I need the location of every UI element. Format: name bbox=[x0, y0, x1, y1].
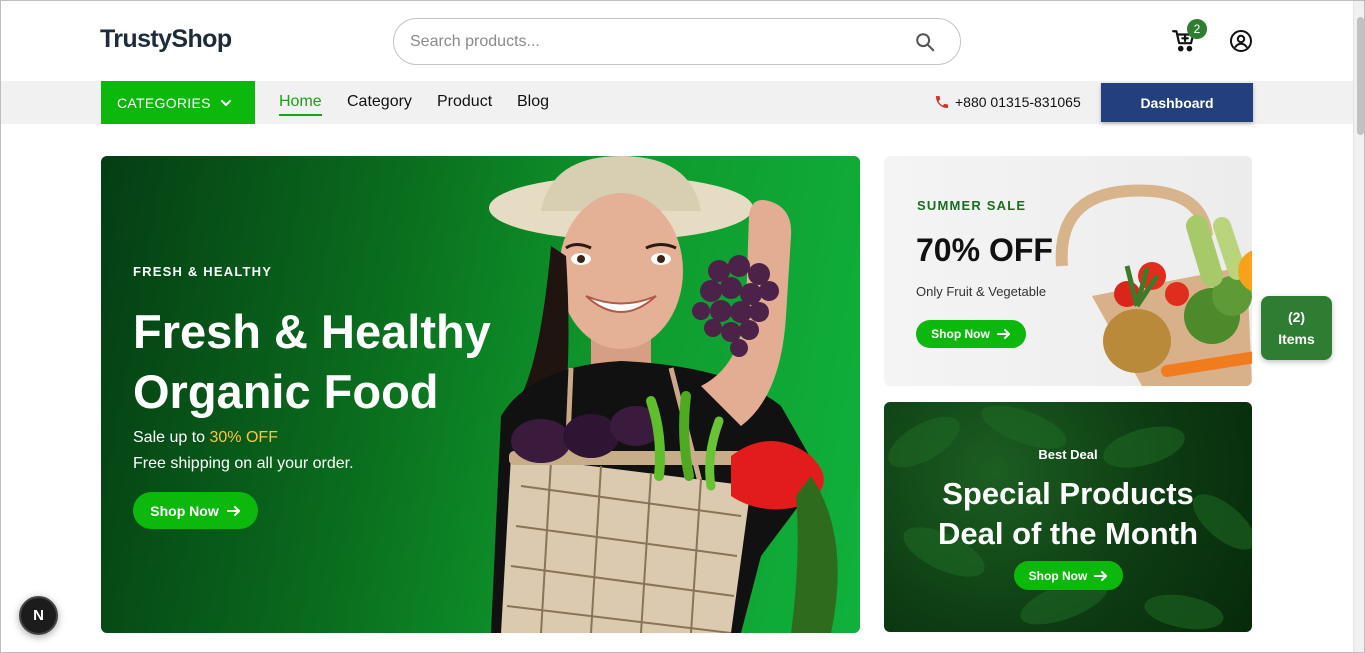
summer-sale-card: SUMMER SALE 70% OFF Only Fruit & Vegetab… bbox=[884, 156, 1252, 386]
summer-sale-shop-now-label: Shop Now bbox=[931, 327, 990, 341]
vegetable-bag-image bbox=[1055, 184, 1252, 386]
best-deal-title-line2: Deal of the Month bbox=[937, 516, 1199, 551]
phone-icon bbox=[936, 96, 948, 108]
nav-link-category[interactable]: Category bbox=[347, 93, 412, 111]
best-deal-shop-now-label: Shop Now bbox=[1028, 568, 1088, 583]
summer-sale-eyebrow: SUMMER SALE bbox=[917, 198, 1027, 213]
search-bar bbox=[393, 18, 961, 65]
floating-cart-count: (2) bbox=[1287, 309, 1306, 325]
best-deal-eyebrow: Best Deal bbox=[1038, 447, 1098, 462]
hero-sale-prefix: Sale up to bbox=[133, 429, 210, 446]
nextjs-dev-badge[interactable]: N bbox=[19, 596, 58, 635]
hero-shop-now-label: Shop Now bbox=[150, 502, 219, 519]
nav-link-home[interactable]: Home bbox=[279, 93, 322, 116]
summer-sale-subtitle: Only Fruit & Vegetable bbox=[916, 284, 1047, 299]
summer-sale-title: 70% OFF bbox=[916, 232, 1053, 268]
arrow-right-icon bbox=[1094, 570, 1108, 581]
best-deal-title: Special Products Deal of the Month bbox=[884, 474, 1252, 554]
vertical-scrollbar[interactable] bbox=[1353, 1, 1364, 652]
phone-contact: +880 01315-831065 bbox=[934, 94, 1081, 110]
hero-shop-now-button[interactable]: Shop Now bbox=[133, 492, 258, 529]
dashboard-button[interactable]: Dashboard bbox=[1101, 83, 1253, 122]
hero-shipping-text: Free shipping on all your order. bbox=[133, 455, 354, 472]
search-icon[interactable] bbox=[914, 31, 936, 53]
floating-cart-label: Items bbox=[1278, 331, 1315, 347]
nav-link-product[interactable]: Product bbox=[437, 93, 492, 111]
categories-label: CATEGORIES bbox=[117, 94, 211, 111]
search-input[interactable] bbox=[410, 29, 890, 55]
page: TrustyShop 2 CATEGORIES bbox=[0, 0, 1365, 653]
nav-bar: CATEGORIES Home Category Product Blog +8… bbox=[1, 81, 1353, 124]
phone-number: +880 01315-831065 bbox=[955, 94, 1081, 110]
arrow-right-icon bbox=[226, 505, 240, 516]
hero-eyebrow: FRESH & HEALTHY bbox=[133, 264, 273, 279]
hero-sale-highlight: 30% OFF bbox=[209, 429, 278, 446]
nav-link-blog[interactable]: Blog bbox=[517, 93, 549, 111]
scrollbar-thumb[interactable] bbox=[1357, 17, 1364, 135]
logo[interactable]: TrustyShop bbox=[100, 25, 232, 54]
cart-count-badge: 2 bbox=[1187, 19, 1207, 39]
hero-banner: FRESH & HEALTHY Fresh & Healthy Organic … bbox=[101, 156, 860, 633]
summer-sale-shop-now-button[interactable]: Shop Now bbox=[916, 320, 1026, 348]
categories-button[interactable]: CATEGORIES bbox=[101, 81, 255, 124]
floating-cart-items-button[interactable]: (2) Items bbox=[1261, 296, 1332, 360]
best-deal-title-line1: Special Products bbox=[942, 476, 1194, 511]
hero-title: Fresh & Healthy Organic Food bbox=[133, 305, 491, 418]
best-deal-card: Best Deal Special Products Deal of the M… bbox=[884, 402, 1252, 632]
header: TrustyShop 2 bbox=[1, 1, 1353, 81]
hero-sale-text: Sale up to 30% OFF bbox=[133, 429, 278, 447]
chevron-down-icon bbox=[220, 99, 231, 106]
best-deal-shop-now-button[interactable]: Shop Now bbox=[1014, 561, 1123, 590]
account-icon[interactable] bbox=[1229, 29, 1253, 53]
arrow-right-icon bbox=[996, 329, 1010, 339]
